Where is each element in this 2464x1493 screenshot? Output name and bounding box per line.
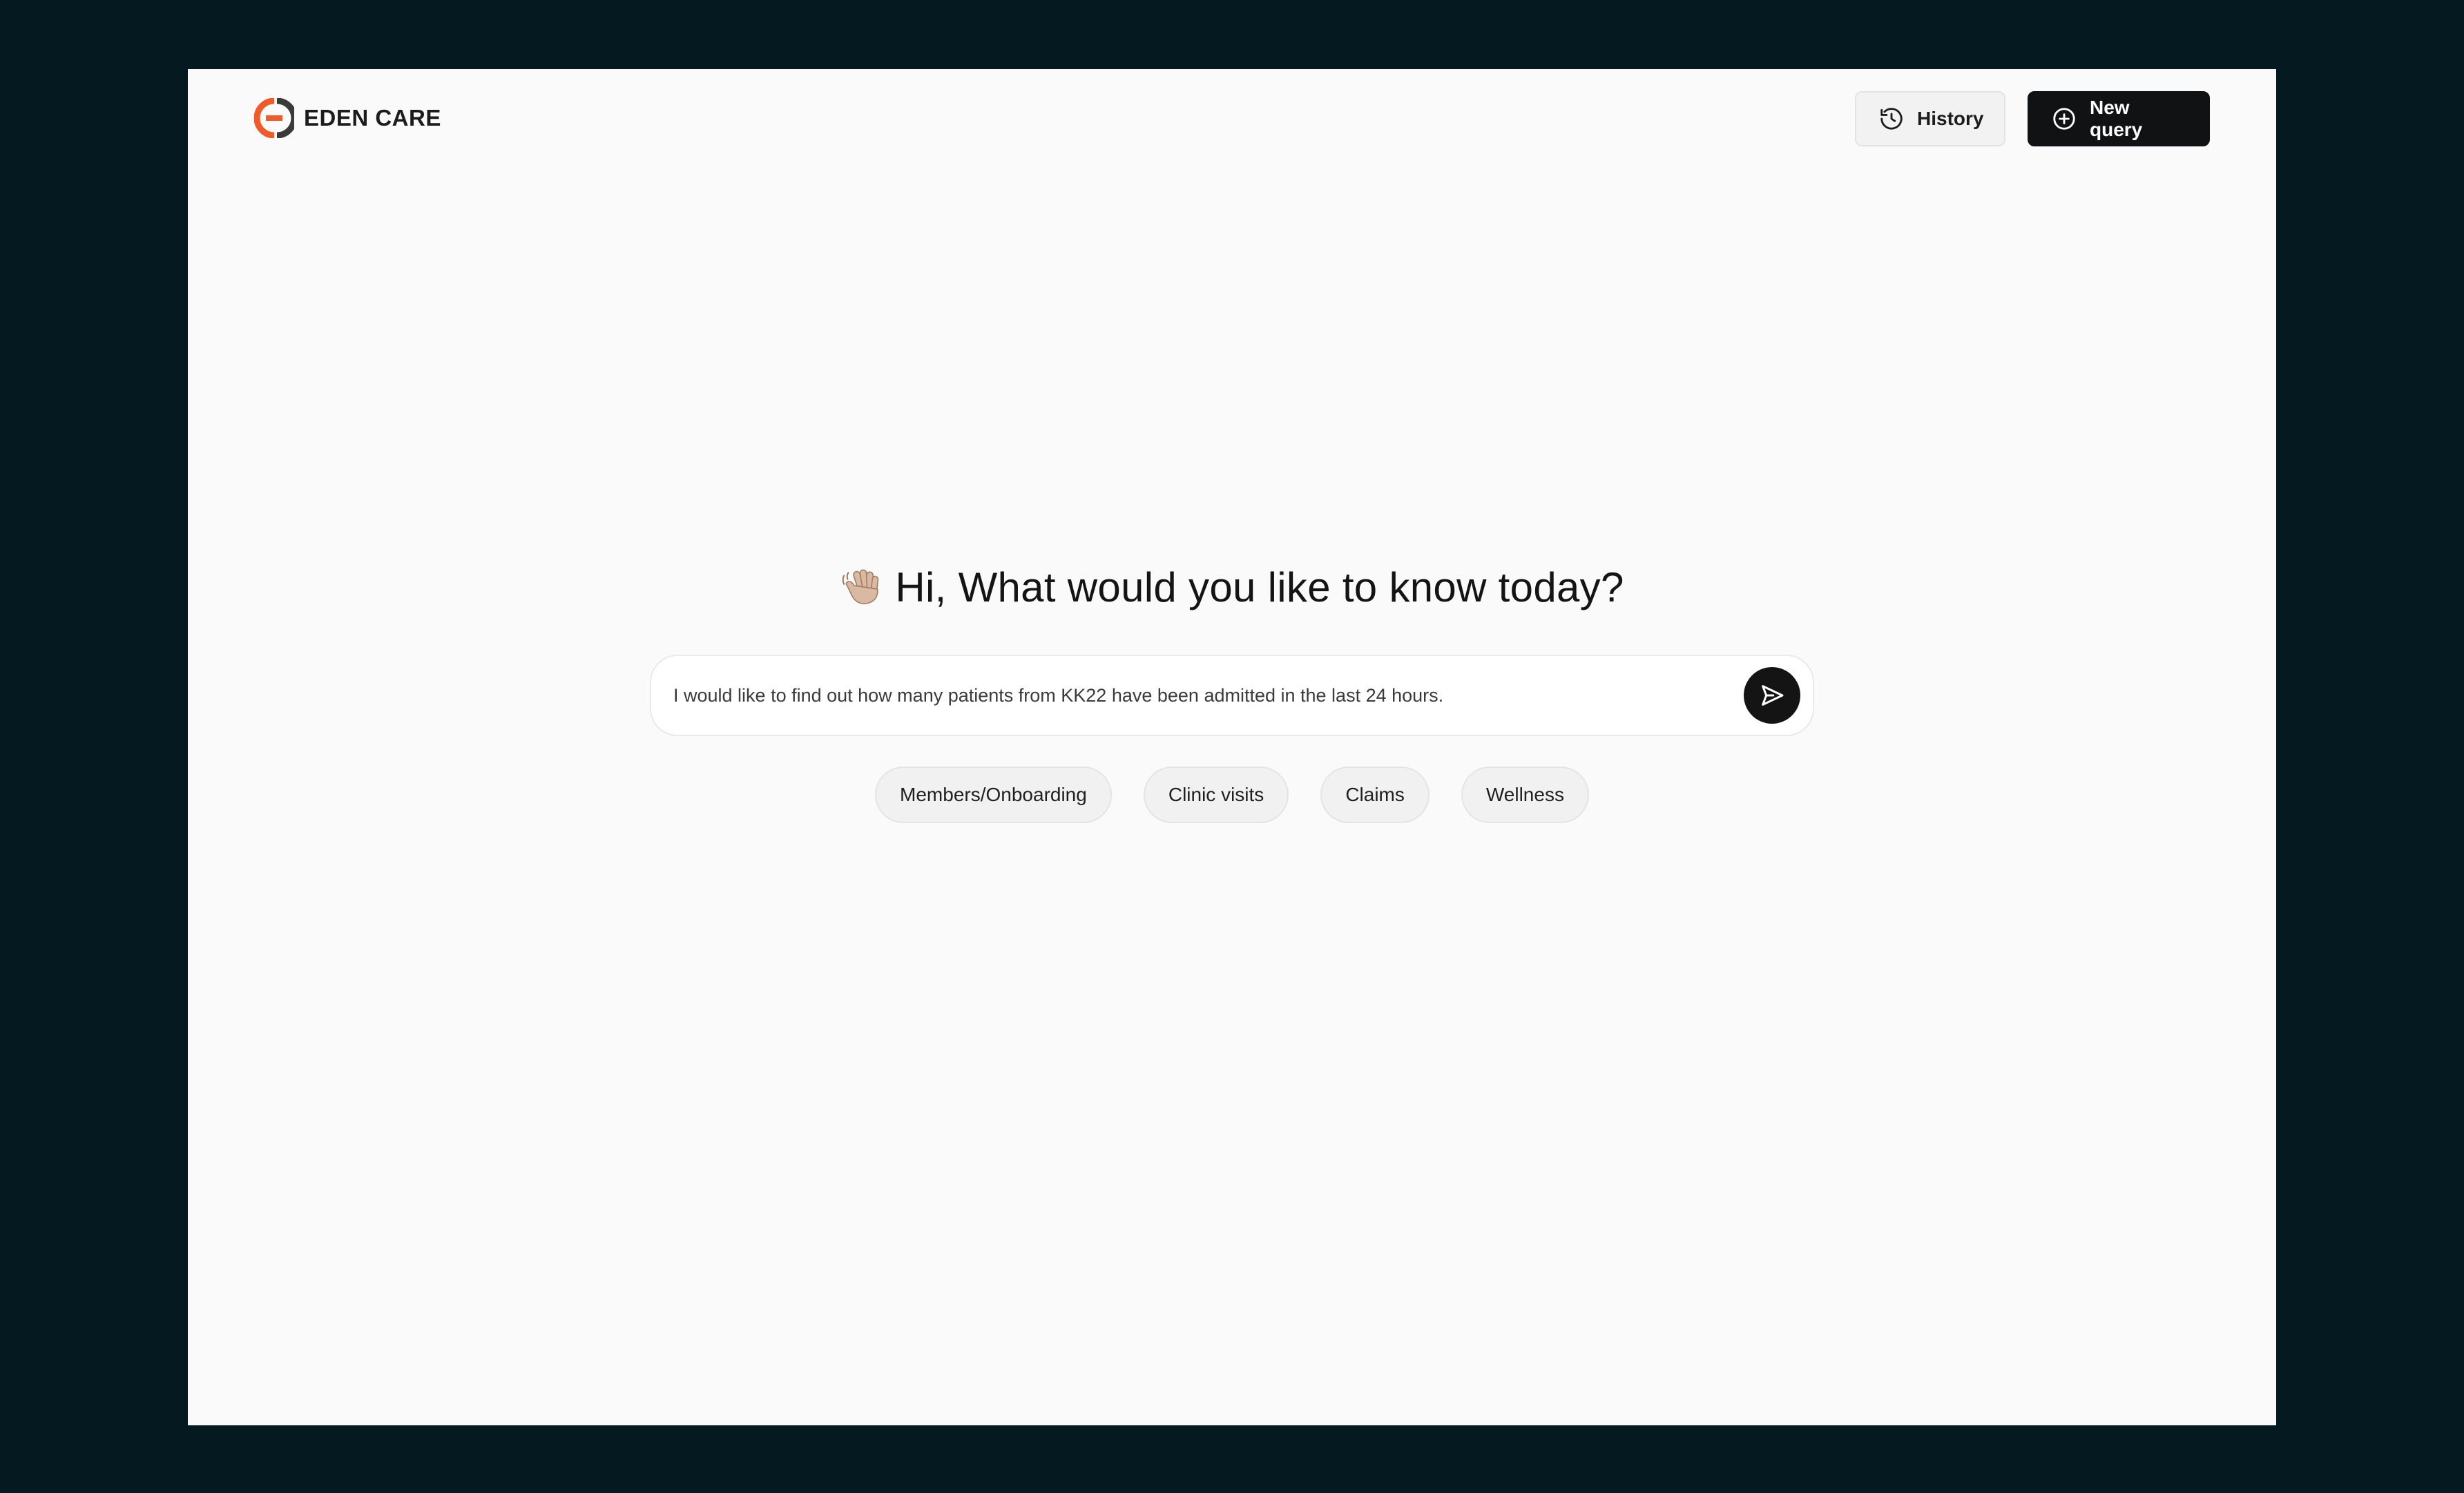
eden-care-logo-icon: [254, 98, 294, 138]
brand-name: EDEN CARE: [304, 105, 441, 131]
history-icon: [1880, 108, 1903, 130]
waving-hand-icon: [842, 569, 879, 605]
new-query-button[interactable]: New query: [2028, 91, 2210, 146]
greeting-text: Hi, What would you like to know today?: [895, 564, 1624, 610]
send-button[interactable]: [1744, 667, 1800, 724]
history-label: History: [1917, 108, 1984, 129]
greeting: Hi, What would you like to know today?: [840, 552, 1624, 622]
send-icon: [1762, 685, 1784, 706]
app-window: EDEN CARE History New query Hi, What wou…: [188, 69, 2276, 1425]
plus-circle-icon: [2053, 108, 2075, 130]
suggestion-chip-claims[interactable]: Claims: [1320, 767, 1430, 823]
query-panel: Hi, What would you like to know today? M…: [188, 552, 2276, 823]
header-actions: History New query: [1855, 91, 2210, 146]
history-button[interactable]: History: [1855, 91, 2005, 146]
suggestion-chip-members-onboarding[interactable]: Members/Onboarding: [875, 767, 1112, 823]
suggestion-chips: Members/Onboarding Clinic visits Claims …: [875, 767, 1589, 823]
suggestion-chip-wellness[interactable]: Wellness: [1461, 767, 1589, 823]
new-query-label: New query: [2090, 97, 2143, 140]
query-box: [650, 655, 1814, 736]
query-input[interactable]: [673, 675, 1744, 716]
suggestion-chip-clinic-visits[interactable]: Clinic visits: [1143, 767, 1289, 823]
brand-logo[interactable]: EDEN CARE: [254, 98, 441, 138]
